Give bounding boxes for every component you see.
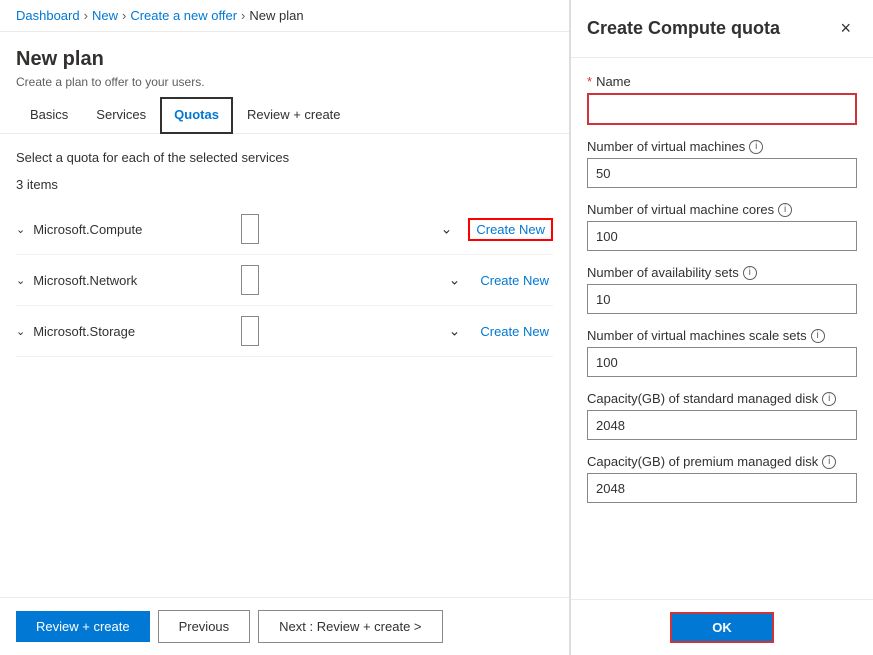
tab-services[interactable]: Services	[82, 97, 160, 134]
form-field-availability-sets: Number of availability sets i	[587, 265, 857, 314]
footer: Review + create Previous Next : Review +…	[0, 597, 569, 655]
availability-sets-label: Number of availability sets i	[587, 265, 857, 280]
vm-cores-info-icon: i	[778, 203, 792, 217]
form-field-standard-disk: Capacity(GB) of standard managed disk i	[587, 391, 857, 440]
right-panel: Create Compute quota × * Name Number of …	[570, 0, 873, 655]
standard-disk-info-icon: i	[822, 392, 836, 406]
premium-disk-label: Capacity(GB) of premium managed disk i	[587, 454, 857, 469]
service-select-storage[interactable]	[241, 316, 259, 346]
vm-scale-sets-input[interactable]	[587, 347, 857, 377]
previous-button[interactable]: Previous	[158, 610, 251, 643]
availability-sets-input[interactable]	[587, 284, 857, 314]
next-button[interactable]: Next : Review + create >	[258, 610, 442, 643]
tab-quotas[interactable]: Quotas	[160, 97, 233, 134]
select-wrapper-network	[241, 265, 468, 295]
vm-scale-sets-label: Number of virtual machines scale sets i	[587, 328, 857, 343]
vm-cores-label: Number of virtual machine cores i	[587, 202, 857, 217]
service-select-compute[interactable]	[241, 214, 259, 244]
breadcrumb-create-offer[interactable]: Create a new offer	[130, 8, 237, 23]
modal-footer: OK	[571, 599, 873, 655]
tab-basics[interactable]: Basics	[16, 97, 82, 134]
vms-info-icon: i	[749, 140, 763, 154]
breadcrumb-new[interactable]: New	[92, 8, 118, 23]
items-count: 3 items	[16, 177, 553, 192]
vm-scale-sets-info-icon: i	[811, 329, 825, 343]
page-header: New plan Create a plan to offer to your …	[0, 32, 569, 97]
form-field-vm-scale-sets: Number of virtual machines scale sets i	[587, 328, 857, 377]
modal-title: Create Compute quota	[587, 18, 780, 39]
service-select-network[interactable]	[241, 265, 259, 295]
name-label: * Name	[587, 74, 857, 89]
chevron-network[interactable]: ⌄	[16, 274, 25, 287]
modal-body: * Name Number of virtual machines i Numb…	[571, 58, 873, 599]
vm-cores-input[interactable]	[587, 221, 857, 251]
breadcrumb: Dashboard › New › Create a new offer › N…	[0, 0, 569, 32]
chevron-compute[interactable]: ⌄	[16, 223, 25, 236]
content-description: Select a quota for each of the selected …	[16, 150, 553, 165]
content: Select a quota for each of the selected …	[0, 134, 569, 597]
create-new-storage[interactable]: Create New	[476, 324, 553, 339]
service-name-network: Microsoft.Network	[33, 273, 233, 288]
form-field-vms: Number of virtual machines i	[587, 139, 857, 188]
service-name-compute: Microsoft.Compute	[33, 222, 233, 237]
standard-disk-input[interactable]	[587, 410, 857, 440]
tabs: Basics Services Quotas Review + create	[0, 97, 569, 134]
create-new-network[interactable]: Create New	[476, 273, 553, 288]
availability-sets-info-icon: i	[743, 266, 757, 280]
page-title: New plan	[16, 48, 553, 71]
vms-input[interactable]	[587, 158, 857, 188]
breadcrumb-dashboard[interactable]: Dashboard	[16, 8, 80, 23]
standard-disk-label: Capacity(GB) of standard managed disk i	[587, 391, 857, 406]
ok-button[interactable]: OK	[670, 612, 774, 643]
page-subtitle: Create a plan to offer to your users.	[16, 75, 553, 89]
tab-review-create[interactable]: Review + create	[233, 97, 355, 134]
select-wrapper-compute	[241, 214, 460, 244]
breadcrumb-current: New plan	[249, 8, 303, 23]
form-field-premium-disk: Capacity(GB) of premium managed disk i	[587, 454, 857, 503]
form-field-vm-cores: Number of virtual machine cores i	[587, 202, 857, 251]
close-button[interactable]: ×	[834, 16, 857, 41]
premium-disk-info-icon: i	[822, 455, 836, 469]
chevron-storage[interactable]: ⌄	[16, 325, 25, 338]
main-container: Dashboard › New › Create a new offer › N…	[0, 0, 873, 655]
select-wrapper-storage	[241, 316, 468, 346]
review-create-button[interactable]: Review + create	[16, 611, 150, 642]
name-input[interactable]	[589, 95, 855, 123]
create-new-compute[interactable]: Create New	[468, 218, 553, 241]
name-input-wrapper	[587, 93, 857, 125]
modal-header: Create Compute quota ×	[571, 0, 873, 58]
service-row-network: ⌄ Microsoft.Network Create New	[16, 255, 553, 306]
premium-disk-input[interactable]	[587, 473, 857, 503]
form-field-name: * Name	[587, 74, 857, 125]
service-row-compute: ⌄ Microsoft.Compute Create New	[16, 204, 553, 255]
service-name-storage: Microsoft.Storage	[33, 324, 233, 339]
service-row-storage: ⌄ Microsoft.Storage Create New	[16, 306, 553, 357]
vms-label: Number of virtual machines i	[587, 139, 857, 154]
left-panel: Dashboard › New › Create a new offer › N…	[0, 0, 570, 655]
